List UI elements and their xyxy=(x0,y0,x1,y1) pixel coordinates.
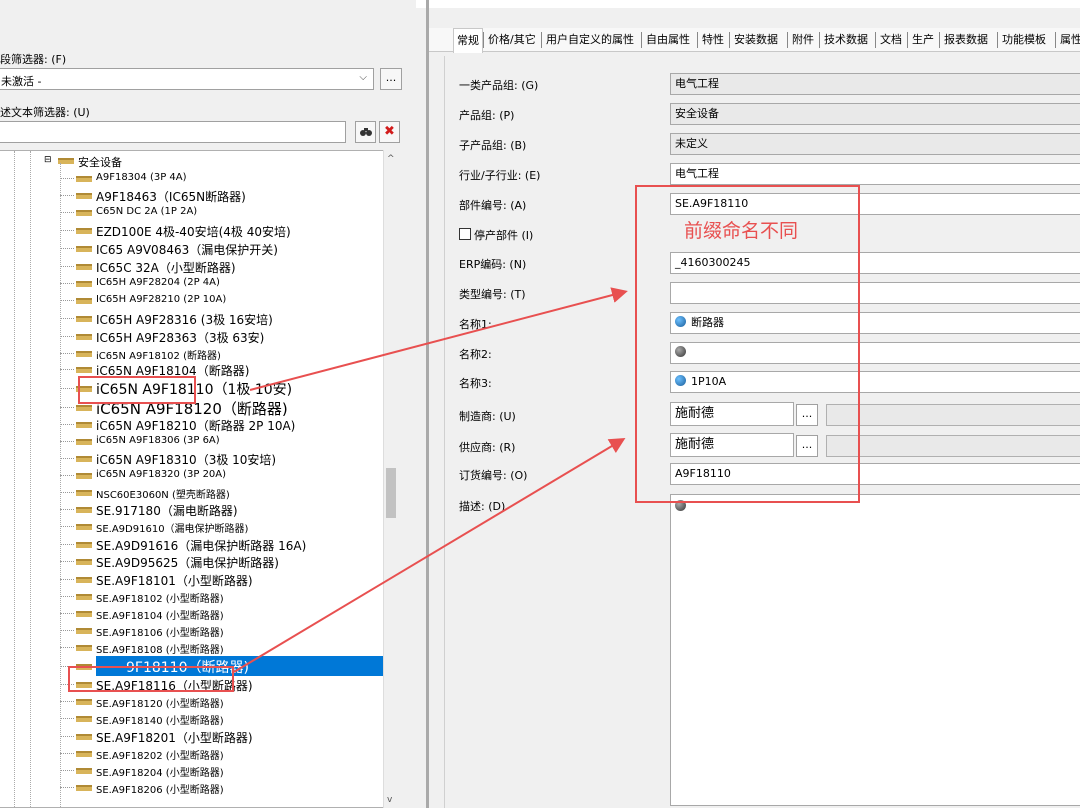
arrow-1 xyxy=(249,287,628,391)
arrow-2 xyxy=(233,437,626,673)
annotation-arrows xyxy=(233,287,628,673)
